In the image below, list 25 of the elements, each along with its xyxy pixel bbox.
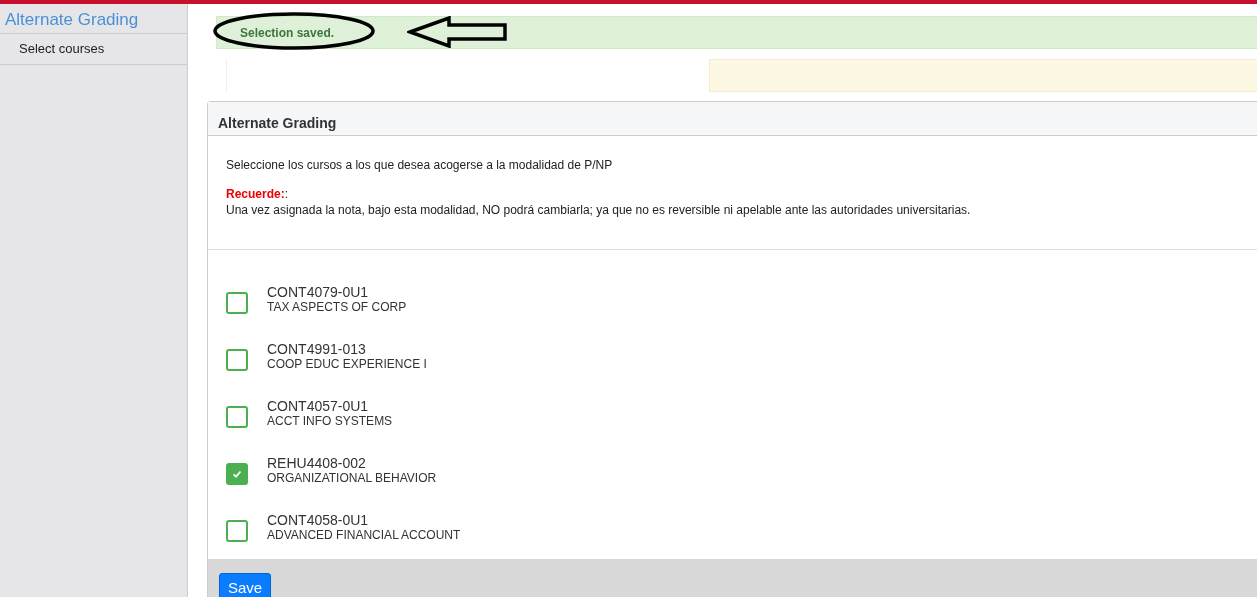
course-code: CONT4079-0U1	[267, 283, 370, 300]
course-name: COOP EDUC EXPERIENCE I	[267, 356, 427, 371]
save-button[interactable]: Save	[219, 573, 272, 597]
sidebar-title[interactable]: Alternate Grading	[0, 4, 187, 34]
course-checkbox[interactable]	[226, 463, 248, 485]
course-checkbox[interactable]	[226, 349, 248, 371]
course-checkbox[interactable]	[226, 292, 248, 314]
note-colon: :	[284, 187, 289, 201]
course-code: REHU4408-002	[267, 454, 367, 471]
alert-message: Selection saved.	[240, 25, 335, 40]
instruction-text: Seleccione los cursos a los que desea acogerse a la modalidad de P/NP	[226, 158, 614, 172]
note-text: Una vez asignada la nota, bajo esta modalidad, NO podrá cambiarla; ya que no es reversible ni apelable ante las autoridades universitarias.	[226, 203, 972, 217]
course-name: ORGANIZATIONAL BEHAVIOR	[267, 470, 437, 485]
course-code: CONT4058-0U1	[267, 511, 370, 528]
sidebar-item[interactable]: Select courses	[0, 34, 187, 65]
note-label: Recuerde:	[226, 187, 285, 201]
check-icon	[231, 468, 243, 480]
course-code: CONT4057-0U1	[267, 397, 370, 414]
course-checkbox[interactable]	[226, 406, 248, 428]
course-name: ADVANCED FINANCIAL ACCOUNT	[267, 527, 461, 542]
course-code: CONT4991-013	[267, 340, 367, 357]
course-checkbox[interactable]	[226, 520, 248, 542]
panel-title: Alternate Grading	[218, 115, 337, 131]
course-name: ACCT INFO SYSTEMS	[267, 413, 393, 428]
course-name: TAX ASPECTS OF CORP	[267, 299, 407, 314]
